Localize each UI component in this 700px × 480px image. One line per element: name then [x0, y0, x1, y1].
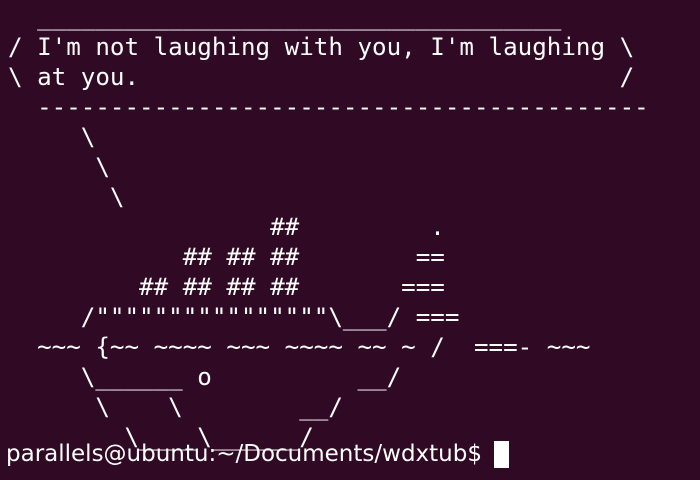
- cowsay-output: ____________________________________ / I…: [8, 3, 649, 451]
- text-cursor: [493, 440, 509, 468]
- command-prompt-line[interactable]: parallels@ubuntu:~/Documents/wdxtub$: [6, 439, 509, 469]
- shell-prompt: parallels@ubuntu:~/Documents/wdxtub$: [6, 441, 482, 467]
- terminal-window[interactable]: ____________________________________ / I…: [0, 0, 700, 480]
